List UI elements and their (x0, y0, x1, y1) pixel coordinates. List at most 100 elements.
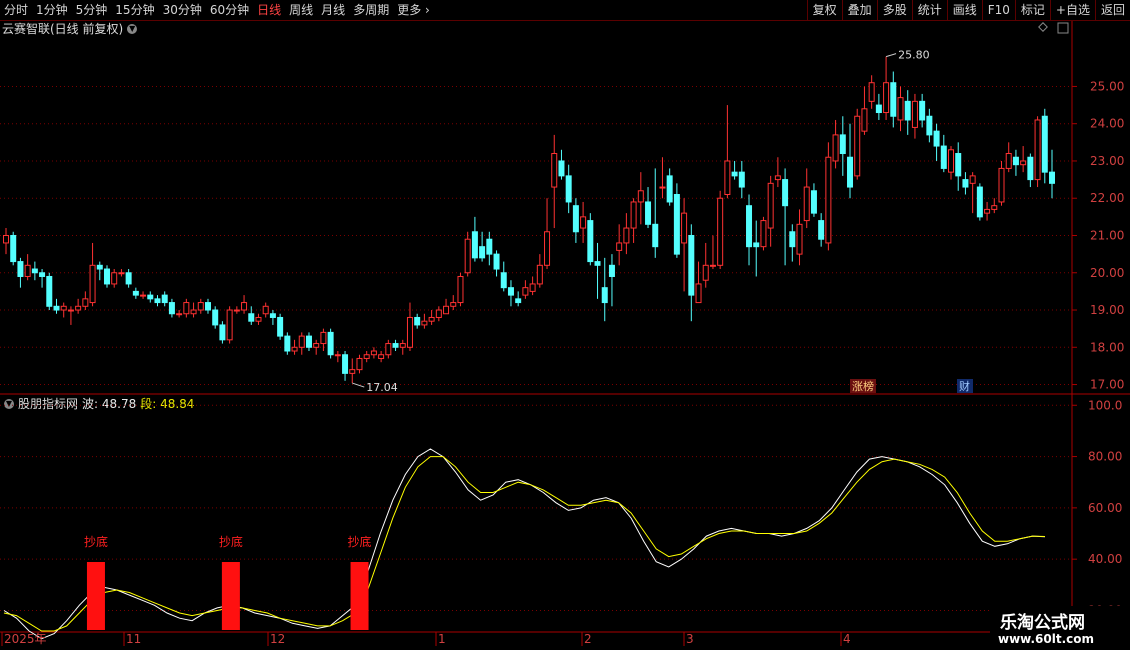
candle-body (630, 201, 637, 229)
candle-body (190, 309, 197, 315)
candle-body (774, 175, 781, 181)
candle-body (652, 223, 659, 248)
candle-body (363, 354, 370, 359)
candle-body (666, 175, 673, 203)
candle-body (731, 171, 738, 177)
candle-body (450, 302, 457, 307)
candle-body (103, 268, 110, 285)
candle-body (897, 97, 904, 121)
candle-body (825, 156, 832, 244)
buy-signal-label: 抄底 (219, 534, 243, 549)
candle-body (558, 160, 565, 177)
indicator-tick-label: 100.0 (1088, 398, 1122, 412)
candle-body (197, 302, 204, 311)
candle-body (3, 234, 9, 244)
cai-label: 财 (959, 379, 970, 393)
candle-body (616, 242, 623, 251)
candle-body (248, 313, 255, 322)
candle-body (219, 324, 226, 341)
candle-body (284, 335, 291, 352)
indicator-tick-label: 80.00 (1088, 450, 1122, 464)
candle-body (125, 272, 132, 285)
candle-body (226, 309, 233, 341)
candle-body (608, 264, 615, 277)
x-tick-label: 4 (843, 632, 851, 646)
candle-body (544, 231, 551, 266)
candle-body (313, 343, 320, 348)
candle-body (428, 316, 435, 322)
candle-body (500, 272, 507, 289)
candle-body (53, 305, 60, 311)
indicator-tick-label: 60.00 (1088, 501, 1122, 515)
candle-body (479, 246, 486, 259)
candle-body (435, 309, 442, 318)
candle-body (810, 190, 817, 214)
candle-body (875, 104, 882, 114)
watermark-line1: 乐淘公式网 (1000, 613, 1085, 633)
buy-signal-label: 抄底 (348, 534, 372, 549)
candle-body (883, 82, 890, 114)
candle-body (601, 287, 608, 304)
candle-body (356, 357, 363, 371)
candle-body (623, 227, 630, 244)
low-label: 17.04 (366, 381, 398, 394)
candle-body (493, 253, 500, 270)
candle-body (991, 205, 998, 210)
candle-body (17, 261, 24, 277)
price-tick-label: 18.00 (1090, 340, 1124, 354)
candle-body (572, 205, 579, 233)
candle-body (111, 272, 118, 285)
candle-body (147, 294, 154, 300)
diamond-icon (1038, 22, 1048, 32)
price-tick-label: 25.00 (1090, 79, 1124, 93)
candle-body (839, 134, 846, 155)
candle-body (327, 331, 334, 356)
candle-body (919, 100, 926, 121)
candle-body (176, 313, 183, 316)
x-tick-label: 1 (438, 632, 446, 646)
buy-signal-bar (221, 562, 240, 630)
candle-body (536, 264, 543, 285)
candle-body (305, 335, 312, 348)
candle-body (183, 302, 190, 315)
candle-body (96, 264, 103, 270)
candle-body (392, 343, 399, 348)
x-tick-label: 2 (584, 632, 592, 646)
candle-body (385, 343, 392, 356)
candle-body (443, 305, 450, 315)
chart-canvas: 25.00 24.00 23.00 22.00 21.00 20.00 19.00 18.00… (0, 21, 1130, 646)
candle-body (255, 316, 262, 322)
candle-body (587, 220, 594, 263)
candle-body (818, 220, 825, 240)
watermark: 乐淘公式网 www.60lt.com (990, 606, 1130, 650)
candle-body (39, 272, 46, 277)
buy-signal-bar (350, 562, 369, 630)
candle-body (998, 167, 1005, 203)
candle-body (594, 261, 601, 266)
candle-body (854, 115, 861, 177)
price-tick-label: 22.00 (1090, 191, 1124, 205)
candle-body (645, 201, 652, 225)
candle-body (471, 231, 478, 259)
candle-body (10, 234, 17, 263)
candle-body (580, 216, 587, 229)
candle-body (709, 264, 716, 267)
price-tick-label: 19.00 (1090, 303, 1124, 317)
candle-body (659, 186, 666, 189)
candle-body (565, 175, 572, 203)
candle-body (984, 208, 991, 214)
candle-body (161, 294, 168, 304)
candle-body (46, 275, 53, 307)
candle-body (796, 223, 803, 255)
candle-body (688, 234, 695, 296)
high-label: 25.80 (898, 49, 930, 62)
price-tick-label: 17.00 (1090, 378, 1124, 392)
window-icon (1057, 22, 1069, 34)
candle-body (82, 298, 89, 307)
zhangbang-label: 涨榜 (852, 379, 874, 393)
candle-body (702, 264, 709, 281)
candle-body (948, 149, 955, 173)
candle-body (118, 272, 125, 275)
candle-body (911, 100, 918, 128)
x-tick-label: 3 (686, 632, 694, 646)
